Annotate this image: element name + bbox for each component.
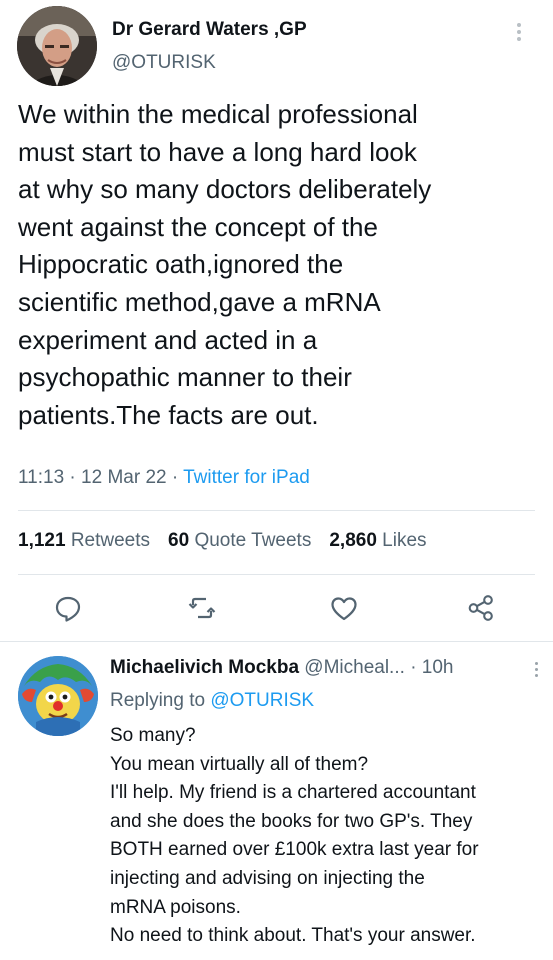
tweet-stats: 1,121 Retweets 60 Quote Tweets 2,860 Likes	[18, 530, 427, 552]
quote-tweets-label: Quote Tweets	[194, 530, 312, 551]
likes-label: Likes	[382, 530, 427, 551]
share-icon	[468, 595, 493, 621]
tweet-time: 11:13	[18, 467, 65, 488]
replying-to-label: Replying to	[110, 690, 206, 711]
retweet-button[interactable]	[187, 593, 217, 623]
reply-header: Michaelivich Mockba @Micheal... · 10h	[110, 657, 454, 679]
reply-author-avatar[interactable]	[18, 656, 98, 736]
meta-separator: ·	[171, 467, 179, 488]
reply-time[interactable]: · 10h	[410, 657, 453, 678]
author-handle[interactable]: @OTURISK	[112, 52, 216, 74]
replying-to: Replying to @OTURISK	[110, 690, 314, 712]
author-avatar[interactable]	[17, 6, 97, 86]
more-options-icon[interactable]	[512, 20, 526, 46]
like-icon	[331, 597, 357, 621]
reply-more-options-icon[interactable]	[531, 659, 541, 683]
replying-to-handle[interactable]: @OTURISK	[210, 690, 314, 711]
reply-text: So many? You mean virtually all of them?…	[110, 725, 479, 947]
author-photo	[17, 6, 97, 86]
retweets-count: 1,121	[18, 530, 66, 551]
like-button[interactable]	[329, 593, 359, 623]
author-name[interactable]: Dr Gerard Waters ,GP	[112, 19, 307, 41]
reply-author-handle[interactable]: @Micheal...	[304, 657, 405, 678]
retweets-label: Retweets	[70, 530, 151, 551]
reply-avatar-image	[18, 656, 98, 736]
quote-tweets-count: 60	[168, 530, 190, 551]
meta-separator: ·	[69, 467, 76, 488]
retweets-stat[interactable]: 1,121 Retweets	[18, 530, 150, 551]
likes-stat[interactable]: 2,860 Likes	[329, 530, 426, 551]
tweet-date: 12 Mar 22	[81, 467, 167, 488]
share-button[interactable]	[466, 593, 496, 623]
divider	[0, 641, 553, 642]
reply-author-name[interactable]: Michaelivich Mockba	[110, 657, 299, 678]
tweet-text: We within the medical professional must …	[18, 99, 432, 430]
likes-count: 2,860	[329, 530, 377, 551]
tweet-source-link[interactable]: Twitter for iPad	[183, 467, 310, 488]
tweet-meta: 11:13 · 12 Mar 22 · Twitter for iPad	[18, 467, 310, 489]
reply-button[interactable]	[53, 593, 83, 623]
retweet-icon	[188, 597, 216, 619]
divider	[18, 574, 535, 575]
divider	[18, 510, 535, 511]
quote-tweets-stat[interactable]: 60 Quote Tweets	[168, 530, 311, 551]
reply-icon	[55, 596, 81, 622]
